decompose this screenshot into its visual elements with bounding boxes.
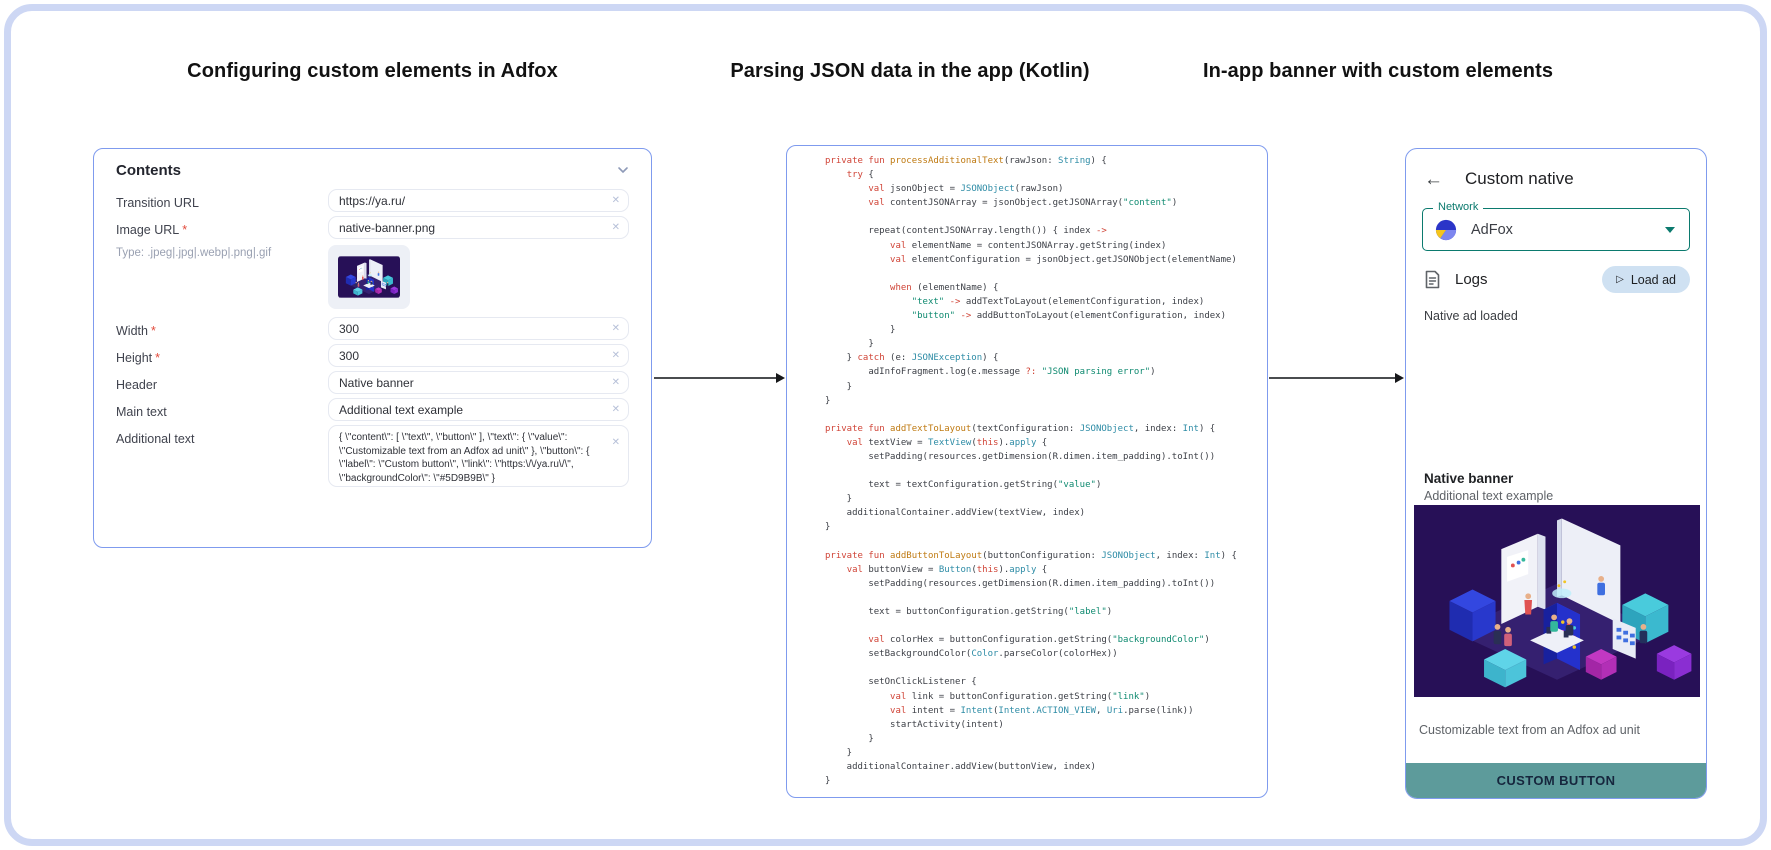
image-type-hint: Type: .jpeg|.jpg|.webp|.png|.gif (116, 247, 272, 259)
adfox-form-card: Contents Transition URL https://ya.ru/ ✕… (93, 148, 652, 548)
form-row-height: Height * 300 ✕ (116, 344, 629, 367)
network-select-value: AdFox (1471, 221, 1513, 238)
app-preview-card: ← Custom native Network AdFox Logs ▷ Loa… (1405, 148, 1707, 799)
log-message: Native ad loaded (1424, 309, 1518, 323)
load-ad-button-label: Load ad (1630, 272, 1676, 287)
kotlin-code: private fun processAdditionalText(rawJso… (825, 156, 1237, 787)
clear-icon[interactable]: ✕ (612, 195, 620, 206)
clear-icon[interactable]: ✕ (612, 222, 620, 233)
banner-image-thumbnail (338, 256, 400, 298)
required-asterisk: * (182, 223, 188, 237)
arrow-right-icon (776, 373, 785, 383)
load-ad-button[interactable]: ▷ Load ad (1602, 266, 1690, 293)
field-label: Main text (116, 405, 167, 419)
field-label: Image URL (116, 223, 180, 237)
back-arrow-icon[interactable]: ← (1424, 170, 1443, 189)
height-input[interactable]: 300 ✕ (328, 344, 629, 367)
additional-text-input[interactable]: { \"content\": [ \"text\", \"button\" ],… (328, 425, 629, 487)
document-icon (1424, 270, 1441, 289)
clear-icon[interactable]: ✕ (612, 404, 620, 415)
logs-section-title: Logs (1455, 271, 1488, 288)
field-label: Height (116, 351, 153, 365)
column-title-adfox: Configuring custom elements in Adfox (187, 60, 558, 82)
ad-main-text: Additional text example (1424, 489, 1554, 503)
form-row-width: Width * 300 ✕ (116, 317, 629, 340)
form-row-header: Header Native banner ✕ (116, 371, 629, 394)
kotlin-code-card: private fun processAdditionalText(rawJso… (786, 145, 1268, 798)
logs-header-row: Logs ▷ Load ad (1406, 251, 1706, 293)
contents-section-title: Contents (116, 161, 181, 179)
arrow-right-icon (1395, 373, 1404, 383)
field-label: Width (116, 324, 148, 338)
network-select[interactable]: Network AdFox (1422, 201, 1690, 251)
chevron-down-icon (1665, 226, 1675, 233)
transition-url-input[interactable]: https://ya.ru/ ✕ (328, 189, 629, 212)
ad-banner-image[interactable] (1414, 505, 1700, 697)
clear-icon[interactable]: ✕ (612, 377, 620, 388)
flow-arrow-middle-to-right (1269, 372, 1404, 384)
form-row-image-url: Image URL * Type: .jpeg|.jpg|.webp|.png|.… (116, 216, 629, 313)
contents-section-header: Contents (116, 159, 629, 181)
play-icon: ▷ (1616, 274, 1624, 285)
form-row-additional-text: Additional text { \"content\": [ \"text\… (116, 425, 629, 487)
ad-header: Native banner (1424, 471, 1514, 486)
image-url-input[interactable]: native-banner.png ✕ (328, 216, 629, 239)
field-label: Transition URL (116, 196, 199, 210)
clear-icon[interactable]: ✕ (612, 350, 620, 361)
app-bar: ← Custom native (1406, 149, 1706, 189)
required-asterisk: * (155, 351, 161, 365)
field-label: Additional text (116, 432, 195, 446)
custom-button[interactable]: CUSTOM BUTTON (1406, 763, 1706, 798)
form-row-transition-url: Transition URL https://ya.ru/ ✕ (116, 189, 629, 212)
arrow-line (1269, 377, 1395, 379)
required-asterisk: * (150, 324, 156, 338)
adfox-logo-icon (1435, 219, 1457, 240)
chevron-down-icon[interactable] (617, 164, 629, 176)
column-title-banner: In-app banner with custom elements (1202, 60, 1554, 82)
image-preview-thumbnail (328, 245, 410, 309)
form-row-main-text: Main text Additional text example ✕ (116, 398, 629, 421)
width-input[interactable]: 300 ✕ (328, 317, 629, 340)
clear-icon[interactable]: ✕ (612, 323, 620, 334)
clear-icon[interactable]: ✕ (612, 438, 620, 448)
arrow-line (654, 377, 776, 379)
column-title-kotlin: Parsing JSON data in the app (Kotlin) (730, 60, 1090, 82)
app-screen-title: Custom native (1465, 169, 1574, 188)
main-text-input[interactable]: Additional text example ✕ (328, 398, 629, 421)
field-label: Header (116, 378, 157, 392)
ad-additional-text: Customizable text from an Adfox ad unit (1419, 723, 1640, 737)
network-select-label: Network (1433, 201, 1484, 213)
header-input[interactable]: Native banner ✕ (328, 371, 629, 394)
flow-arrow-left-to-middle (654, 372, 785, 384)
